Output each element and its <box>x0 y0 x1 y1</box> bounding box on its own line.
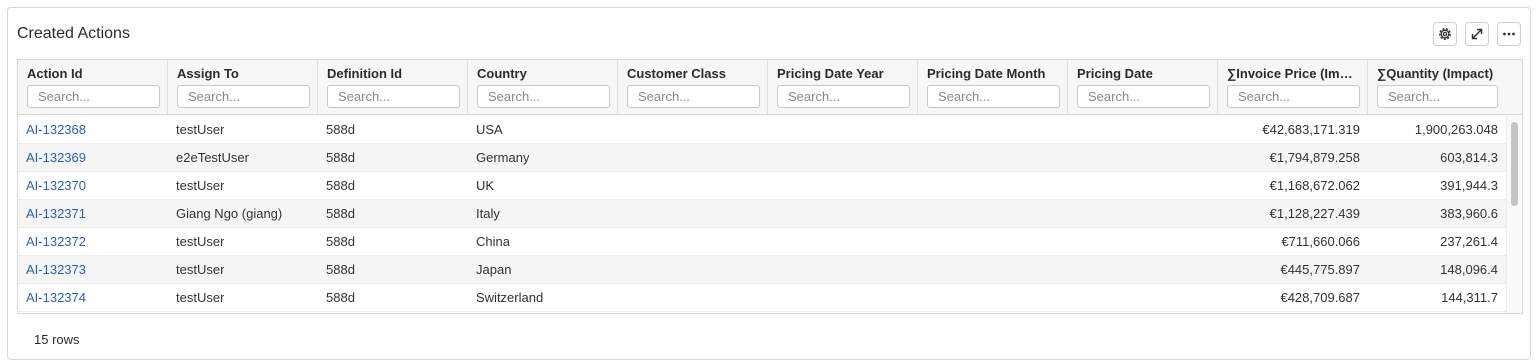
assign-to-cell: testUser <box>176 178 225 193</box>
column-header-pricing-date[interactable]: Pricing Date <box>1068 60 1218 115</box>
country-cell: Japan <box>476 262 512 277</box>
vertical-scrollbar[interactable] <box>1506 116 1522 313</box>
quantity-cell: 144,311.7 <box>1441 290 1498 305</box>
column-header-action-id[interactable]: Action Id <box>18 60 168 115</box>
created-actions-panel: Created Actions Action Id Search... Assi… <box>7 7 1531 360</box>
more-icon <box>1501 26 1517 42</box>
country-cell: China <box>476 234 510 249</box>
column-header-customer-class[interactable]: Customer Class <box>618 60 768 115</box>
quantity-cell: 237,261.4 <box>1440 234 1498 249</box>
pricing-date-year-filter-input[interactable] <box>777 85 910 108</box>
definition-id-cell: 588d <box>326 262 355 277</box>
action-id-link[interactable]: AI-132368 <box>26 116 86 144</box>
assign-to-cell: testUser <box>176 234 225 249</box>
pricing-date-filter-input[interactable] <box>1077 85 1210 108</box>
definition-id-cell: 588d <box>326 150 355 165</box>
column-header-definition-id[interactable]: Definition Id <box>318 60 468 115</box>
customer-class-filter-input[interactable] <box>627 85 760 108</box>
table-row[interactable]: AI-132372 testUser 588d China €711,660.0… <box>18 228 1508 256</box>
column-label: Pricing Date Month <box>927 66 1046 81</box>
invoice-price-cell: €1,168,672.062 <box>1269 178 1360 193</box>
action-id-link[interactable]: AI-132371 <box>26 200 86 228</box>
table-header: Action Id Assign To Definition Id Countr… <box>18 60 1522 115</box>
table-row[interactable]: AI-132370 testUser 588d UK €1,168,672.06… <box>18 172 1508 200</box>
country-cell: Germany <box>476 150 530 165</box>
column-label: Action Id <box>27 66 83 81</box>
assign-to-cell: testUser <box>176 262 225 277</box>
assign-to-cell: Giang Ngo (giang) <box>176 206 283 221</box>
column-label: Customer Class <box>627 66 726 81</box>
country-cell: Italy <box>476 206 500 221</box>
assign-to-cell: testUser <box>176 122 225 137</box>
column-label: ∑Invoice Price (Impact) <box>1227 66 1359 81</box>
definition-id-cell: 588d <box>326 290 355 305</box>
quantity-cell: 1,900,263.048 <box>1414 122 1498 137</box>
definition-id-cell: 588d <box>326 178 355 193</box>
definition-id-cell: 588d <box>326 234 355 249</box>
column-label: Pricing Date Year <box>777 66 884 81</box>
action-id-link[interactable]: AI-132373 <box>26 256 86 284</box>
more-options-button[interactable] <box>1497 22 1521 46</box>
action-id-link[interactable]: AI-132374 <box>26 284 86 312</box>
action-id-link[interactable]: AI-132370 <box>26 172 86 200</box>
country-cell: USA <box>476 122 503 137</box>
invoice-price-cell: €445,775.897 <box>1280 262 1360 277</box>
column-label: Definition Id <box>327 66 403 81</box>
row-count: 15 rows <box>34 332 80 347</box>
definition-id-filter-input[interactable] <box>327 85 460 108</box>
action-id-link[interactable]: AI-132372 <box>26 228 86 256</box>
invoice-price-cell: €428,709.687 <box>1280 290 1360 305</box>
quantity-filter-input[interactable] <box>1377 85 1498 108</box>
assign-to-cell: testUser <box>176 290 225 305</box>
column-header-invoice-price[interactable]: ∑Invoice Price (Impact) <box>1218 60 1368 115</box>
quantity-cell: 391,944.3 <box>1440 178 1498 193</box>
column-label: Pricing Date <box>1077 66 1153 81</box>
definition-id-cell: 588d <box>326 122 355 137</box>
quantity-cell: 383,960.6 <box>1440 206 1498 221</box>
invoice-price-cell: €1,794,879.258 <box>1269 150 1360 165</box>
actions-table: Action Id Assign To Definition Id Countr… <box>17 59 1523 314</box>
assign-to-filter-input[interactable] <box>177 85 310 108</box>
gear-icon <box>1437 26 1453 42</box>
scrollbar-thumb[interactable] <box>1511 122 1518 206</box>
column-label: Country <box>477 66 527 81</box>
invoice-price-cell: €42,683,171.319 <box>1262 122 1360 137</box>
quantity-cell: 148,096.4 <box>1440 262 1498 277</box>
column-header-pricing-date-month[interactable]: Pricing Date Month <box>918 60 1068 115</box>
column-label: Assign To <box>177 66 239 81</box>
column-label: ∑Quantity (Impact) <box>1377 66 1494 81</box>
country-filter-input[interactable] <box>477 85 610 108</box>
table-row[interactable]: AI-132373 testUser 588d Japan €445,775.8… <box>18 256 1508 284</box>
table-row[interactable]: AI-132374 testUser 588d Switzerland €428… <box>18 284 1508 312</box>
column-header-country[interactable]: Country <box>468 60 618 115</box>
definition-id-cell: 588d <box>326 206 355 221</box>
country-cell: Switzerland <box>476 290 544 305</box>
table-row[interactable]: AI-132368 testUser 588d USA €42,683,171.… <box>18 116 1508 144</box>
assign-to-cell: e2eTestUser <box>176 150 249 165</box>
action-id-filter-input[interactable] <box>27 85 160 108</box>
column-header-assign-to[interactable]: Assign To <box>168 60 318 115</box>
expand-icon <box>1469 26 1485 42</box>
invoice-price-filter-input[interactable] <box>1227 85 1360 108</box>
pricing-date-month-filter-input[interactable] <box>927 85 1060 108</box>
invoice-price-cell: €711,660.066 <box>1281 234 1360 249</box>
column-header-pricing-date-year[interactable]: Pricing Date Year <box>768 60 918 115</box>
settings-button[interactable] <box>1433 22 1457 46</box>
country-cell: UK <box>476 178 495 193</box>
expand-button[interactable] <box>1465 22 1489 46</box>
table-body: AI-132368 testUser 588d USA €42,683,171.… <box>18 116 1508 313</box>
table-row[interactable]: AI-132369 e2eTestUser 588d Germany €1,79… <box>18 144 1508 172</box>
invoice-price-cell: €1,128,227.439 <box>1269 206 1360 221</box>
quantity-cell: 603,814.3 <box>1440 150 1498 165</box>
column-header-quantity[interactable]: ∑Quantity (Impact) <box>1368 60 1508 115</box>
panel-title: Created Actions <box>17 25 130 42</box>
action-id-link[interactable]: AI-132369 <box>26 144 86 172</box>
table-row[interactable]: AI-132371 Giang Ngo (giang) 588d Italy €… <box>18 200 1508 228</box>
